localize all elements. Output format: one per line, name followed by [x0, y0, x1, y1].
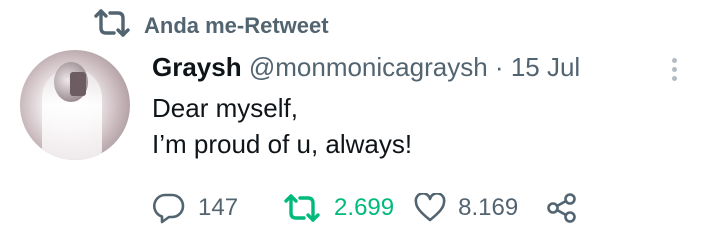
tweet-text-line: I’m proud of u, always!	[152, 129, 413, 159]
author-name[interactable]: Graysh	[152, 52, 242, 82]
like-count: 8.169	[458, 194, 519, 221]
share-icon	[546, 192, 578, 224]
retweet-icon	[282, 193, 322, 223]
retweet-banner-label[interactable]: Anda me-Retweet	[144, 13, 329, 39]
tweet-text: Dear myself, I’m proud of u, always!	[152, 90, 412, 162]
retweet-banner: Anda me-Retweet	[92, 8, 329, 44]
heart-icon	[414, 193, 446, 223]
reply-count: 147	[198, 194, 239, 221]
author-handle[interactable]: @monmonicagraysh	[249, 52, 488, 82]
tweet-date[interactable]: 15 Jul	[511, 52, 580, 82]
header-separator: ·	[494, 52, 504, 82]
avatar[interactable]	[20, 50, 130, 160]
tweet-header: Graysh @monmonicagraysh · 15 Jul	[152, 52, 580, 83]
like-button[interactable]: 8.169	[414, 193, 518, 223]
tweet-actions: 147 2.699 8.169	[152, 188, 578, 228]
avatar-phone	[70, 72, 86, 96]
retweet-button[interactable]: 2.699	[282, 193, 394, 223]
tweet-text-line: Dear myself,	[152, 93, 298, 123]
reply-icon	[152, 191, 186, 225]
retweet-count: 2.699	[334, 194, 395, 221]
retweet-icon	[92, 8, 132, 44]
more-vertical-icon[interactable]	[668, 54, 681, 85]
share-button[interactable]	[546, 192, 578, 224]
reply-button[interactable]: 147	[152, 191, 238, 225]
